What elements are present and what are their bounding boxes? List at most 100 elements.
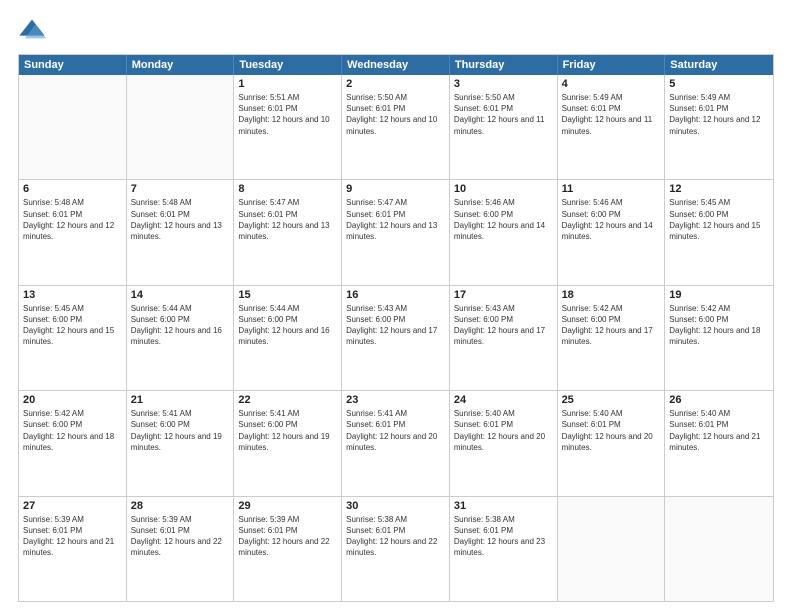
cell-sun-info: Sunrise: 5:47 AMSunset: 6:01 PMDaylight:… bbox=[346, 197, 445, 242]
calendar-cell: 20 Sunrise: 5:42 AMSunset: 6:00 PMDayligh… bbox=[19, 391, 127, 495]
day-number: 22 bbox=[238, 394, 337, 406]
header-day-wednesday: Wednesday bbox=[342, 55, 450, 75]
cell-sun-info: Sunrise: 5:49 AMSunset: 6:01 PMDaylight:… bbox=[562, 92, 661, 137]
calendar-cell: 29 Sunrise: 5:39 AMSunset: 6:01 PMDayligh… bbox=[234, 497, 342, 601]
calendar-cell: 14 Sunrise: 5:44 AMSunset: 6:00 PMDayligh… bbox=[127, 286, 235, 390]
calendar: SundayMondayTuesdayWednesdayThursdayFrid… bbox=[18, 54, 774, 602]
day-number: 31 bbox=[454, 500, 553, 512]
cell-sun-info: Sunrise: 5:38 AMSunset: 6:01 PMDaylight:… bbox=[346, 514, 445, 559]
calendar-cell: 12Sunrise: 5:45 AMSunset: 6:00 PMDayligh… bbox=[665, 180, 773, 284]
day-number: 2 bbox=[346, 78, 445, 90]
calendar-cell: 16 Sunrise: 5:43 AMSunset: 6:00 PMDayligh… bbox=[342, 286, 450, 390]
calendar-cell: 7 Sunrise: 5:48 AMSunset: 6:01 PMDaylight… bbox=[127, 180, 235, 284]
cell-sun-info: Sunrise: 5:39 AMSunset: 6:01 PMDaylight:… bbox=[23, 514, 122, 559]
calendar-cell: 30 Sunrise: 5:38 AMSunset: 6:01 PMDayligh… bbox=[342, 497, 450, 601]
header-day-saturday: Saturday bbox=[665, 55, 773, 75]
day-number: 18 bbox=[562, 289, 661, 301]
calendar-cell: 22 Sunrise: 5:41 AMSunset: 6:00 PMDayligh… bbox=[234, 391, 342, 495]
cell-sun-info: Sunrise: 5:39 AMSunset: 6:01 PMDaylight:… bbox=[131, 514, 230, 559]
cell-sun-info: Sunrise: 5:45 AMSunset: 6:00 PMDaylight:… bbox=[669, 197, 769, 242]
day-number: 3 bbox=[454, 78, 553, 90]
day-number: 6 bbox=[23, 183, 122, 195]
calendar-cell: 31 Sunrise: 5:38 AMSunset: 6:01 PMDayligh… bbox=[450, 497, 558, 601]
calendar-cell: 1 Sunrise: 5:51 AMSunset: 6:01 PMDaylight… bbox=[234, 75, 342, 179]
cell-sun-info: Sunrise: 5:46 AMSunset: 6:00 PMDaylight:… bbox=[562, 197, 661, 242]
calendar-cell bbox=[558, 497, 666, 601]
day-number: 1 bbox=[238, 78, 337, 90]
week-row-1: 6 Sunrise: 5:48 AMSunset: 6:01 PMDaylight… bbox=[19, 179, 773, 284]
calendar-cell bbox=[665, 497, 773, 601]
day-number: 16 bbox=[346, 289, 445, 301]
cell-sun-info: Sunrise: 5:41 AMSunset: 6:00 PMDaylight:… bbox=[131, 408, 230, 453]
calendar-cell: 13 Sunrise: 5:45 AMSunset: 6:00 PMDayligh… bbox=[19, 286, 127, 390]
cell-sun-info: Sunrise: 5:43 AMSunset: 6:00 PMDaylight:… bbox=[346, 303, 445, 348]
day-number: 5 bbox=[669, 78, 769, 90]
calendar-cell: 27 Sunrise: 5:39 AMSunset: 6:01 PMDayligh… bbox=[19, 497, 127, 601]
header-day-thursday: Thursday bbox=[450, 55, 558, 75]
calendar-cell bbox=[127, 75, 235, 179]
cell-sun-info: Sunrise: 5:40 AMSunset: 6:01 PMDaylight:… bbox=[562, 408, 661, 453]
calendar-cell: 9Sunrise: 5:47 AMSunset: 6:01 PMDaylight… bbox=[342, 180, 450, 284]
header-day-sunday: Sunday bbox=[19, 55, 127, 75]
calendar-header: SundayMondayTuesdayWednesdayThursdayFrid… bbox=[19, 55, 773, 75]
day-number: 17 bbox=[454, 289, 553, 301]
day-number: 21 bbox=[131, 394, 230, 406]
day-number: 15 bbox=[238, 289, 337, 301]
calendar-cell: 10 Sunrise: 5:46 AMSunset: 6:00 PMDayligh… bbox=[450, 180, 558, 284]
calendar-cell: 28Sunrise: 5:39 AMSunset: 6:01 PMDayligh… bbox=[127, 497, 235, 601]
header-day-friday: Friday bbox=[558, 55, 666, 75]
calendar-body: 1 Sunrise: 5:51 AMSunset: 6:01 PMDaylight… bbox=[19, 75, 773, 601]
day-number: 10 bbox=[454, 183, 553, 195]
cell-sun-info: Sunrise: 5:39 AMSunset: 6:01 PMDaylight:… bbox=[238, 514, 337, 559]
calendar-cell: 8 Sunrise: 5:47 AMSunset: 6:01 PMDaylight… bbox=[234, 180, 342, 284]
calendar-cell bbox=[19, 75, 127, 179]
day-number: 26 bbox=[669, 394, 769, 406]
calendar-cell: 23Sunrise: 5:41 AMSunset: 6:01 PMDayligh… bbox=[342, 391, 450, 495]
cell-sun-info: Sunrise: 5:43 AMSunset: 6:00 PMDaylight:… bbox=[454, 303, 553, 348]
calendar-cell: 21 Sunrise: 5:41 AMSunset: 6:00 PMDayligh… bbox=[127, 391, 235, 495]
cell-sun-info: Sunrise: 5:48 AMSunset: 6:01 PMDaylight:… bbox=[131, 197, 230, 242]
cell-sun-info: Sunrise: 5:42 AMSunset: 6:00 PMDaylight:… bbox=[23, 408, 122, 453]
cell-sun-info: Sunrise: 5:45 AMSunset: 6:00 PMDaylight:… bbox=[23, 303, 122, 348]
cell-sun-info: Sunrise: 5:40 AMSunset: 6:01 PMDaylight:… bbox=[454, 408, 553, 453]
day-number: 19 bbox=[669, 289, 769, 301]
calendar-cell: 2 Sunrise: 5:50 AMSunset: 6:01 PMDaylight… bbox=[342, 75, 450, 179]
cell-sun-info: Sunrise: 5:40 AMSunset: 6:01 PMDaylight:… bbox=[669, 408, 769, 453]
day-number: 29 bbox=[238, 500, 337, 512]
calendar-cell: 19Sunrise: 5:42 AMSunset: 6:00 PMDayligh… bbox=[665, 286, 773, 390]
calendar-cell: 26 Sunrise: 5:40 AMSunset: 6:01 PMDayligh… bbox=[665, 391, 773, 495]
calendar-cell: 5 Sunrise: 5:49 AMSunset: 6:01 PMDaylight… bbox=[665, 75, 773, 179]
day-number: 13 bbox=[23, 289, 122, 301]
day-number: 7 bbox=[131, 183, 230, 195]
day-number: 14 bbox=[131, 289, 230, 301]
week-row-0: 1 Sunrise: 5:51 AMSunset: 6:01 PMDaylight… bbox=[19, 75, 773, 179]
day-number: 8 bbox=[238, 183, 337, 195]
calendar-cell: 3 Sunrise: 5:50 AMSunset: 6:01 PMDaylight… bbox=[450, 75, 558, 179]
cell-sun-info: Sunrise: 5:47 AMSunset: 6:01 PMDaylight:… bbox=[238, 197, 337, 242]
cell-sun-info: Sunrise: 5:50 AMSunset: 6:01 PMDaylight:… bbox=[346, 92, 445, 137]
logo bbox=[18, 16, 50, 44]
day-number: 24 bbox=[454, 394, 553, 406]
week-row-4: 27 Sunrise: 5:39 AMSunset: 6:01 PMDayligh… bbox=[19, 496, 773, 601]
day-number: 27 bbox=[23, 500, 122, 512]
week-row-3: 20 Sunrise: 5:42 AMSunset: 6:00 PMDayligh… bbox=[19, 390, 773, 495]
calendar-cell: 17 Sunrise: 5:43 AMSunset: 6:00 PMDayligh… bbox=[450, 286, 558, 390]
cell-sun-info: Sunrise: 5:41 AMSunset: 6:00 PMDaylight:… bbox=[238, 408, 337, 453]
page-header bbox=[18, 16, 774, 44]
day-number: 30 bbox=[346, 500, 445, 512]
day-number: 25 bbox=[562, 394, 661, 406]
day-number: 11 bbox=[562, 183, 661, 195]
day-number: 20 bbox=[23, 394, 122, 406]
cell-sun-info: Sunrise: 5:49 AMSunset: 6:01 PMDaylight:… bbox=[669, 92, 769, 137]
cell-sun-info: Sunrise: 5:50 AMSunset: 6:01 PMDaylight:… bbox=[454, 92, 553, 137]
cell-sun-info: Sunrise: 5:38 AMSunset: 6:01 PMDaylight:… bbox=[454, 514, 553, 559]
cell-sun-info: Sunrise: 5:44 AMSunset: 6:00 PMDaylight:… bbox=[131, 303, 230, 348]
calendar-cell: 18Sunrise: 5:42 AMSunset: 6:00 PMDayligh… bbox=[558, 286, 666, 390]
cell-sun-info: Sunrise: 5:51 AMSunset: 6:01 PMDaylight:… bbox=[238, 92, 337, 137]
cell-sun-info: Sunrise: 5:48 AMSunset: 6:01 PMDaylight:… bbox=[23, 197, 122, 242]
cell-sun-info: Sunrise: 5:44 AMSunset: 6:00 PMDaylight:… bbox=[238, 303, 337, 348]
cell-sun-info: Sunrise: 5:46 AMSunset: 6:00 PMDaylight:… bbox=[454, 197, 553, 242]
logo-icon bbox=[18, 16, 46, 44]
cell-sun-info: Sunrise: 5:41 AMSunset: 6:01 PMDaylight:… bbox=[346, 408, 445, 453]
calendar-cell: 11 Sunrise: 5:46 AMSunset: 6:00 PMDayligh… bbox=[558, 180, 666, 284]
